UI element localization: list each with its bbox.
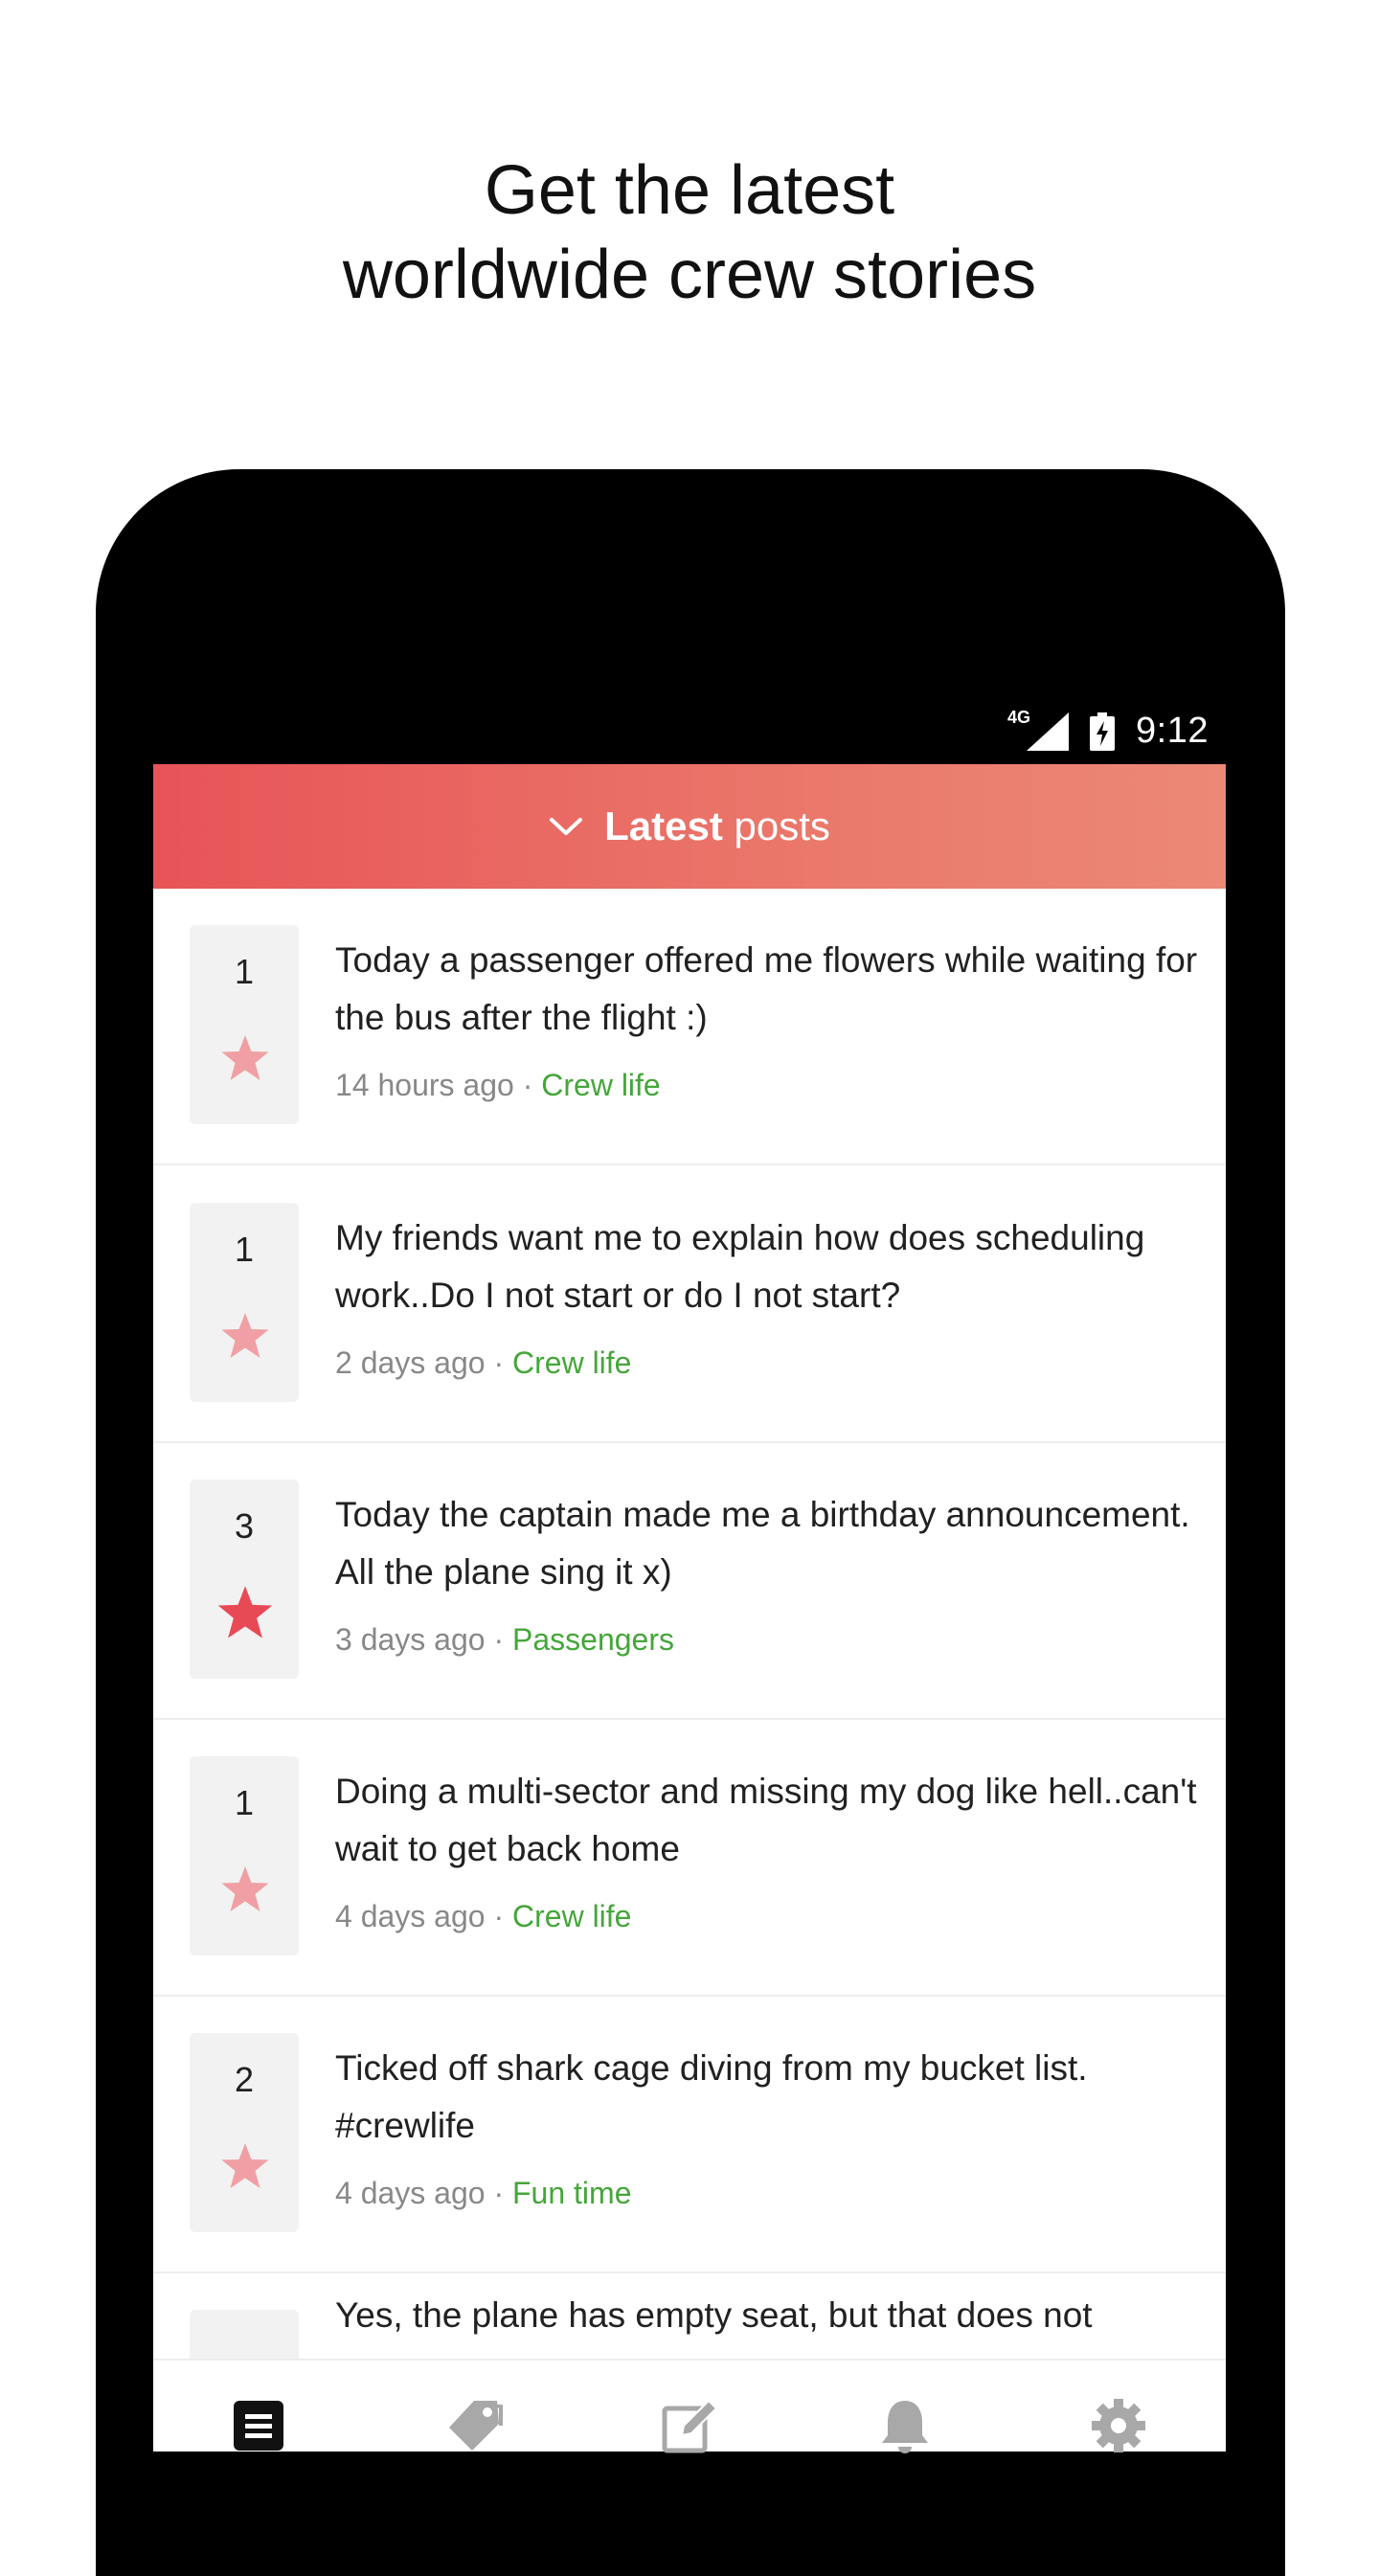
post-meta: 3 days ago · Passengers [335, 1620, 1202, 1659]
post-category-link[interactable]: Crew life [541, 1068, 660, 1102]
battery-charging-icon [1090, 712, 1116, 751]
headline: Get the latest worldwide crew stories [0, 148, 1379, 317]
vote-count: 1 [234, 1230, 255, 1269]
vote-box[interactable]: 1 [190, 1203, 299, 1402]
bottom-navigation [153, 2359, 1226, 2453]
meta-separator: · [485, 1622, 512, 1657]
post-text: My friends want me to explain how does s… [335, 1218, 1145, 1315]
star-icon[interactable] [220, 2142, 270, 2190]
post-text: Today a passenger offered me flowers whi… [335, 940, 1198, 1037]
post-item[interactable]: 1 My friends want me to explain how does… [153, 1166, 1226, 1443]
post-category-link[interactable]: Crew life [512, 1899, 631, 1933]
vote-count: 3 [234, 1506, 255, 1546]
vote-count: 1 [234, 1783, 255, 1822]
app-bar-title-light: posts [734, 803, 830, 848]
post-time: 4 days ago [335, 2176, 486, 2210]
compose-icon[interactable] [661, 2397, 718, 2454]
star-icon[interactable] [220, 1865, 270, 1913]
nav-settings[interactable] [1090, 2397, 1151, 2458]
post-category-link[interactable]: Passengers [512, 1622, 674, 1657]
meta-separator: · [485, 1899, 512, 1933]
post-time: 4 days ago [335, 1899, 486, 1933]
app-screen: Latest posts 1 Today a passenger offered… [153, 764, 1226, 2452]
gear-icon[interactable] [1090, 2397, 1147, 2454]
post-category-link[interactable]: Fun time [512, 2176, 631, 2210]
post-meta: 4 days ago · Crew life [335, 1897, 1202, 1935]
app-bar-title[interactable]: Latest posts [604, 803, 830, 849]
star-filled-icon[interactable] [216, 1585, 274, 1640]
vote-box[interactable]: 1 [190, 1756, 299, 1955]
nav-feed[interactable] [230, 2397, 291, 2458]
post-item[interactable]: 1 Doing a multi-sector and missing my do… [153, 1720, 1226, 1997]
post-text: Doing a multi-sector and missing my dog … [335, 1772, 1197, 1868]
nav-tags[interactable] [445, 2397, 507, 2458]
app-bar[interactable]: Latest posts [153, 764, 1226, 889]
feed-icon[interactable] [230, 2397, 287, 2454]
signal-icon [1027, 712, 1070, 751]
chevron-down-icon[interactable] [549, 815, 583, 838]
status-time: 9:12 [1136, 711, 1209, 751]
star-icon[interactable] [220, 1034, 270, 1082]
post-item[interactable]: 3 Today the captain made me a birthday a… [153, 1443, 1226, 1720]
post-meta: 2 days ago · Crew life [335, 1344, 1202, 1382]
vote-count: 1 [234, 952, 255, 991]
post-time: 2 days ago [335, 1345, 486, 1380]
headline-line-1: Get the latest [484, 152, 895, 229]
post-text: Today the captain made me a birthday ann… [335, 1495, 1190, 1592]
tags-icon[interactable] [445, 2397, 503, 2454]
post-time: 3 days ago [335, 1622, 486, 1657]
meta-separator: · [485, 1345, 512, 1380]
post-text: Yes, the plane has empty seat, but that … [335, 2295, 1093, 2335]
vote-box[interactable]: 1 [190, 925, 299, 1124]
meta-separator: · [485, 2176, 512, 2210]
post-meta: 4 days ago · Fun time [335, 2174, 1202, 2212]
post-item[interactable]: 1 Today a passenger offered me flowers w… [153, 889, 1226, 1165]
vote-box[interactable]: 2 [190, 2033, 299, 2232]
nav-compose[interactable] [661, 2397, 722, 2458]
post-category-link[interactable]: Crew life [512, 1345, 631, 1380]
status-bar: 4G 9:12 [153, 699, 1226, 766]
post-item[interactable]: 2 Ticked off shark cage diving from my b… [153, 1997, 1226, 2273]
headline-line-2: worldwide crew stories [342, 237, 1037, 313]
post-meta: 14 hours ago · Crew life [335, 1066, 1202, 1104]
vote-count: 2 [234, 2060, 255, 2099]
network-type-label: 4G [1007, 708, 1031, 727]
post-text: Ticked off shark cage diving from my buc… [335, 2048, 1088, 2145]
star-icon[interactable] [220, 1312, 270, 1360]
bell-icon[interactable] [876, 2397, 934, 2454]
app-bar-title-bold: Latest [604, 803, 723, 848]
nav-notifications[interactable] [876, 2397, 938, 2458]
post-time: 14 hours ago [335, 1068, 514, 1102]
meta-separator: · [513, 1068, 542, 1102]
vote-box[interactable]: 3 [190, 1480, 299, 1679]
